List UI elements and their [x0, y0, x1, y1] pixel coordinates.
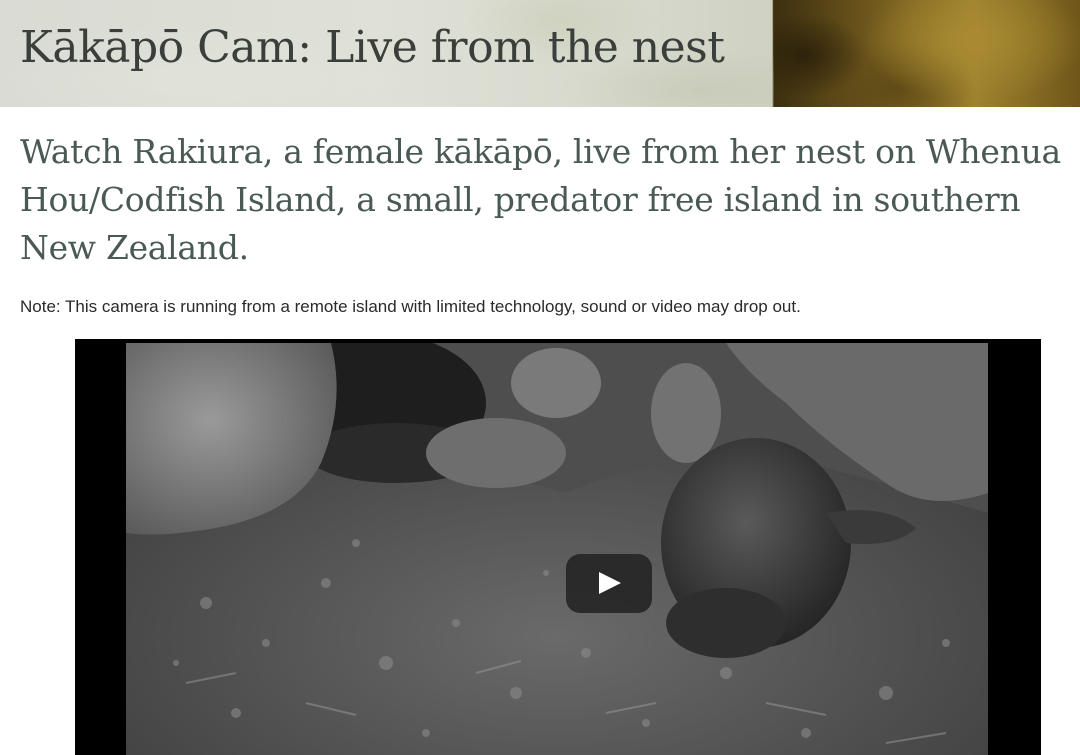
page-title: Kākāpō Cam: Live from the nest [20, 22, 725, 73]
play-button[interactable] [566, 554, 652, 613]
banner-photo [774, 0, 1080, 107]
intro-paragraph: Watch Rakiura, a female kākāpō, live fro… [20, 132, 1061, 267]
header-banner: Kākāpō Cam: Live from the nest [0, 0, 1080, 107]
note-text: Note: This camera is running from a remo… [20, 297, 801, 316]
play-icon [599, 572, 621, 594]
video-thumbnail [126, 343, 988, 755]
video-frame[interactable] [126, 343, 988, 755]
video-player[interactable] [75, 339, 1041, 755]
page: Kākāpō Cam: Live from the nest Watch Rak… [0, 0, 1080, 755]
